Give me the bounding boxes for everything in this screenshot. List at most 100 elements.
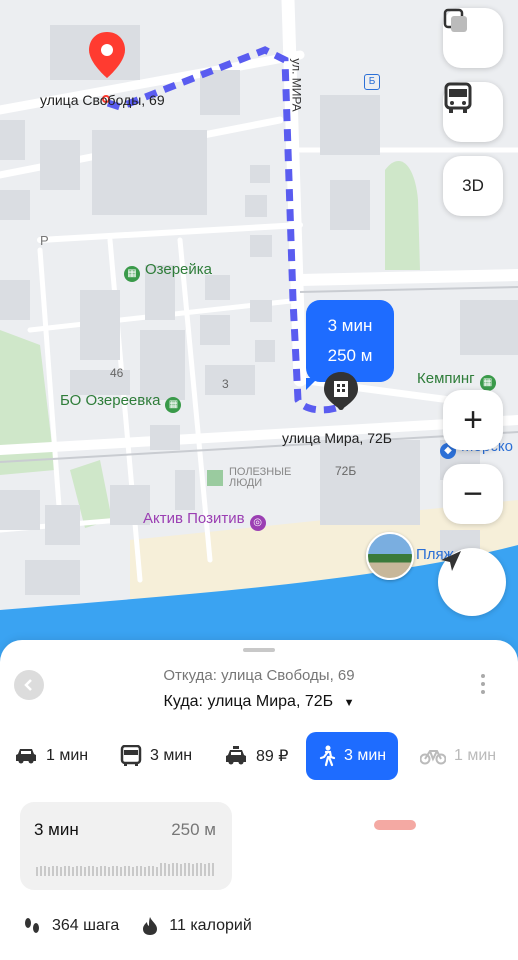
- elevation-bar: [196, 863, 198, 876]
- watermark-logo: ПОЛЕЗНЫЕ ЛЮДИ: [207, 467, 299, 489]
- layers-icon: [443, 8, 467, 32]
- flame-icon: [143, 917, 158, 935]
- plus-icon: +: [463, 400, 483, 439]
- dropdown-arrow-icon: ▼: [343, 697, 355, 709]
- house-number-72b: 72Б: [335, 464, 357, 478]
- activity-icon: ◎: [249, 515, 266, 531]
- layers-button[interactable]: [443, 8, 503, 68]
- taxi-icon: [226, 746, 246, 765]
- map-view[interactable]: улица Свободы, 69 ул. МИРА Б P ▦ Озерейка…: [0, 0, 518, 680]
- beach-photo[interactable]: [366, 532, 414, 580]
- destination-building-icon[interactable]: [321, 370, 361, 416]
- elevation-bar: [200, 863, 202, 876]
- elevation-bar: [180, 864, 182, 876]
- elevation-bar: [60, 867, 62, 876]
- 3d-button[interactable]: 3D: [443, 156, 503, 216]
- origin-pin-icon[interactable]: [86, 30, 128, 82]
- route-option-card[interactable]: 3 мин 250 м: [20, 802, 232, 890]
- zoom-in-button[interactable]: +: [443, 390, 503, 450]
- elevation-profile: [36, 863, 214, 876]
- calories-stat: 11 калорий: [141, 916, 252, 936]
- elevation-bar: [176, 863, 178, 876]
- elevation-bar: [44, 866, 46, 876]
- walk-stats: 364 шага 11 калорий: [22, 916, 252, 936]
- from-address[interactable]: Откуда: улица Свободы, 69: [0, 667, 518, 684]
- bubble-distance: 250 м: [327, 346, 373, 365]
- mode-car[interactable]: 1 мин: [14, 732, 88, 780]
- route-distance: 250 м: [171, 820, 216, 839]
- poi-ozereyka[interactable]: ▦ Озерейка: [124, 261, 212, 282]
- bubble-time: 3 мин: [327, 316, 373, 335]
- elevation-bar: [140, 866, 142, 876]
- elevation-bar: [56, 866, 58, 876]
- house-number-46: 46: [110, 366, 124, 380]
- elevation-bar: [152, 866, 154, 876]
- elevation-bar: [188, 863, 190, 876]
- elevation-bar: [192, 864, 194, 876]
- bike-icon: [420, 750, 446, 765]
- elevation-bar: [36, 867, 38, 876]
- more-options-button[interactable]: [470, 668, 496, 700]
- transport-modes: 1 мин 3 мин 89 ₽ 3 мин 1 мин: [0, 732, 518, 780]
- destination-address-label: улица Мира, 72Б: [282, 430, 392, 446]
- poi-bo-ozereevka[interactable]: БО Озереевка ▦: [60, 392, 182, 413]
- elevation-bar: [128, 866, 130, 876]
- elevation-bar: [64, 866, 66, 876]
- elevation-bar: [52, 866, 54, 876]
- elevation-bar: [132, 867, 134, 876]
- mode-bike[interactable]: 1 мин: [420, 732, 496, 780]
- elevation-bar: [104, 866, 106, 876]
- parking-label: P: [40, 233, 49, 248]
- transport-button[interactable]: [443, 82, 503, 142]
- elevation-bar: [88, 866, 90, 876]
- elevation-bar: [108, 867, 110, 876]
- elevation-bar: [72, 867, 74, 876]
- elevation-bar: [124, 866, 126, 876]
- footsteps-icon: [25, 918, 39, 933]
- hotel-icon: ▦: [479, 375, 496, 391]
- poi-aktiv-pozitiv[interactable]: Актив Позитив ◎: [143, 510, 266, 531]
- elevation-bar: [112, 866, 114, 876]
- elevation-bar: [144, 867, 146, 876]
- mode-bus[interactable]: 3 мин: [120, 732, 192, 780]
- walk-icon: [319, 745, 336, 767]
- to-address[interactable]: Куда: улица Мира, 72Б ▼: [0, 693, 518, 711]
- elevation-bar: [136, 866, 138, 876]
- elevation-bar: [84, 867, 86, 876]
- mode-taxi[interactable]: 89 ₽: [224, 732, 288, 780]
- elevation-bar: [208, 863, 210, 876]
- origin-address-label: улица Свободы, 69: [40, 92, 165, 108]
- bus-stop-badge[interactable]: Б: [364, 74, 380, 90]
- street-label-mira: ул. МИРА: [289, 58, 304, 112]
- elevation-bar: [204, 864, 206, 876]
- mode-walk[interactable]: 3 мин: [306, 732, 399, 780]
- elevation-bar: [100, 866, 102, 876]
- elevation-bar: [156, 867, 158, 876]
- elevation-bar: [68, 866, 70, 876]
- elevation-bar: [80, 866, 82, 876]
- my-location-button[interactable]: [438, 548, 506, 616]
- navigation-arrow-icon: [441, 551, 461, 571]
- elevation-bar: [184, 863, 186, 876]
- elevation-bar: [76, 866, 78, 876]
- hotel-icon: ▦: [165, 397, 182, 413]
- elevation-bar: [172, 863, 174, 876]
- bubble-tail: [306, 378, 318, 390]
- zoom-out-button[interactable]: −: [443, 464, 503, 524]
- car-icon: [16, 749, 36, 764]
- poi-camping[interactable]: Кемпинг ▦: [417, 370, 496, 391]
- route-sheet: Откуда: улица Свободы, 69 Куда: улица Ми…: [0, 640, 518, 960]
- house-number-3: 3: [222, 377, 229, 391]
- elevation-bar: [92, 866, 94, 876]
- hotel-icon: ▦: [124, 266, 140, 282]
- bus-icon: [444, 82, 472, 113]
- elevation-bar: [120, 867, 122, 876]
- elevation-bar: [160, 863, 162, 876]
- route-duration: 3 мин: [34, 820, 79, 839]
- elevation-bar: [116, 866, 118, 876]
- elevation-bar: [164, 863, 166, 876]
- elevation-bar: [148, 866, 150, 876]
- sheet-drag-handle[interactable]: [243, 648, 275, 652]
- elevation-bar: [96, 867, 98, 876]
- elevation-bar: [168, 864, 170, 876]
